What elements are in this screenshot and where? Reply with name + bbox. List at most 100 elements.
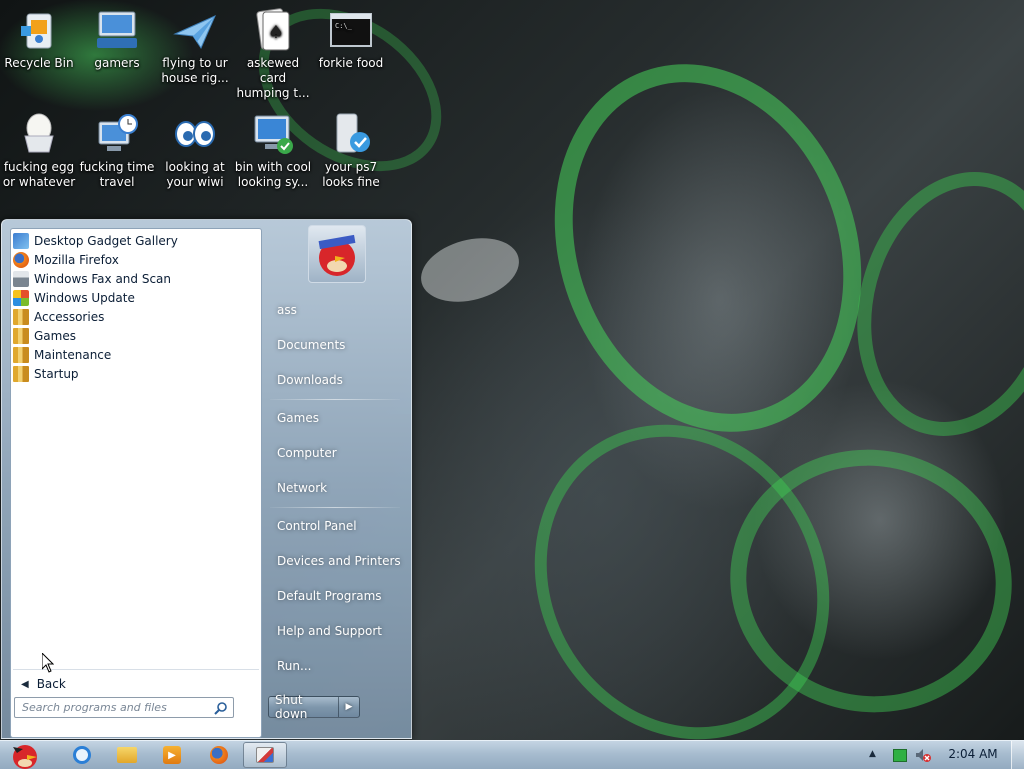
show-hidden-icons-chevron-icon[interactable]: ▲ [869,749,876,759]
right-item-label: Downloads [277,373,343,387]
right-item-label: ass [277,303,297,317]
folder-icon [13,308,29,325]
checkmark-drive-icon [327,112,375,156]
program-folder-accessories[interactable]: Accessories [13,307,257,326]
svg-text:♠: ♠ [268,22,284,43]
computer-clock-icon [93,112,141,156]
program-label: Windows Fax and Scan [34,271,172,286]
taskbar-firefox[interactable] [199,742,239,768]
folder-icon [13,365,29,382]
taskbar-internet-explorer[interactable] [62,742,102,768]
desktop-icon-label: gamers [94,56,140,70]
search-icon [214,701,228,718]
windows-update-icon [13,289,29,306]
gadget-icon [13,232,29,249]
right-item-label: Games [277,411,319,425]
desktop-icon-label: fucking egg or whatever [2,160,76,189]
angry-bird-start-icon [13,745,37,769]
desktop-icon-recycle-bin[interactable]: Recycle Bin [0,8,78,71]
program-item-windows-fax-and-scan[interactable]: Windows Fax and Scan [13,269,257,288]
shutdown-options-arrow-icon[interactable]: ▶ [338,697,359,717]
games-link[interactable]: Games [269,404,404,432]
eyes-icon [171,112,219,156]
start-menu: Desktop Gadget Gallery Mozilla Firefox W… [1,219,412,739]
recycle-bin-icon [15,8,63,52]
divider [270,399,400,400]
user-folder-link[interactable]: ass [269,296,404,324]
program-folder-maintenance[interactable]: Maintenance [13,345,257,364]
network-status-icon[interactable] [893,749,907,762]
default-programs-link[interactable]: Default Programs [269,582,404,610]
firefox-icon [13,251,29,268]
program-folder-startup[interactable]: Startup [13,364,257,383]
taskbar-paint[interactable] [243,742,287,768]
program-label: Maintenance [34,347,112,362]
desktop-icon-egg[interactable]: fucking egg or whatever [0,112,78,190]
program-item-windows-update[interactable]: Windows Update [13,288,257,307]
help-and-support-link[interactable]: Help and Support [269,617,404,645]
desktop-icon-bin-cool[interactable]: bin with cool looking sy... [234,112,312,190]
internet-explorer-icon [73,746,91,764]
control-panel-link[interactable]: Control Panel [269,512,404,540]
command-prompt-icon: C:\_ [327,8,375,52]
program-item-mozilla-firefox[interactable]: Mozilla Firefox [13,250,257,269]
angry-bird-avatar-icon [318,234,356,276]
network-link[interactable]: Network [269,474,404,502]
paint-icon [256,747,274,763]
right-item-label: Run... [277,659,312,673]
desktop-icon-gamers[interactable]: gamers [78,8,156,71]
paper-plane-icon [171,8,219,52]
taskbar: ▶ ▲ 2:04 AM [0,740,1024,769]
desktop-icon-flying[interactable]: flying to ur house rig... [156,8,234,86]
program-label: Windows Update [34,290,135,305]
right-item-label: Help and Support [277,624,382,638]
desktop-icon-askewed-card[interactable]: ♠ askewed card humping t... [234,8,312,101]
desktop-icon-looking[interactable]: looking at your wiwi [156,112,234,190]
user-avatar[interactable] [308,225,366,283]
documents-link[interactable]: Documents [269,331,404,359]
playing-cards-icon: ♠ [249,8,297,52]
devices-and-printers-link[interactable]: Devices and Printers [269,547,404,575]
right-item-label: Devices and Printers [277,554,401,568]
run-link[interactable]: Run... [269,652,404,680]
keyboard-computer-icon [93,8,141,52]
shutdown-label: Shut down [275,693,308,721]
desktop-icon-label: bin with cool looking sy... [234,160,312,189]
fax-icon [13,270,29,287]
desktop-icon-ps7[interactable]: your ps7 looks fine [312,112,390,190]
volume-muted-icon[interactable] [915,747,931,763]
right-item-label: Network [277,481,328,495]
downloads-link[interactable]: Downloads [269,366,404,394]
desktop-icon-label: forkie food [318,56,384,70]
desktop-icon-label: fucking time travel [79,160,155,189]
folder-libraries-icon [117,747,137,763]
folder-icon [13,346,29,363]
right-item-label: Computer [277,446,337,460]
svg-text:C:\_: C:\_ [335,22,353,30]
show-desktop-button[interactable] [1011,741,1024,769]
desktop-icon-label: looking at your wiwi [165,160,225,189]
search-placeholder: Search programs and files [22,701,167,714]
start-button[interactable] [2,742,48,769]
desktop-icon-label: your ps7 looks fine [322,160,380,189]
back-label: Back [36,677,66,691]
back-arrow-icon: ◀ [21,678,29,690]
right-item-label: Documents [277,338,346,352]
program-item-desktop-gadget-gallery[interactable]: Desktop Gadget Gallery [13,231,257,250]
program-label: Games [34,328,76,343]
program-folder-games[interactable]: Games [13,326,257,345]
shutdown-button[interactable]: Shut down ▶ [268,693,360,721]
folder-icon [13,327,29,344]
system-clock[interactable]: 2:04 AM [943,747,1003,761]
network-computer-icon [249,112,297,156]
desktop-icon-label: flying to ur house rig... [161,56,229,85]
taskbar-media-player[interactable]: ▶ [152,742,192,768]
program-label: Mozilla Firefox [34,252,119,267]
taskbar-libraries[interactable] [107,742,147,768]
search-programs-input[interactable]: Search programs and files [14,697,234,718]
firefox-icon [210,746,228,764]
desktop-icon-time-travel[interactable]: fucking time travel [78,112,156,190]
desktop-icon-forkie-food[interactable]: C:\_ forkie food [312,8,390,71]
mouse-cursor-icon [42,653,54,673]
computer-link[interactable]: Computer [269,439,404,467]
